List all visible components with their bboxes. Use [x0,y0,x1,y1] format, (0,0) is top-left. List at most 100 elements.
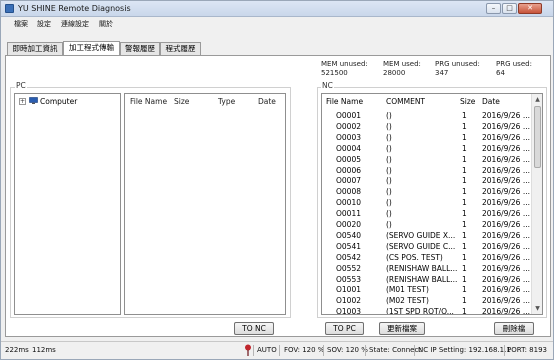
nc-table-row[interactable]: O0005 () 1 2016/9/26 ... [322,154,532,165]
status-divider [323,345,324,356]
nc-cell-size: 1 [462,176,467,186]
app-window: YU SHINE Remote Diagnosis – □ ✕ 檔案 設定 連線… [0,0,554,360]
menu-settings[interactable]: 設定 [37,19,51,29]
tab-program-history[interactable]: 程式履歷 [160,42,201,55]
to-nc-button[interactable]: TO NC [234,322,274,335]
nc-col-date[interactable]: Date [482,97,500,106]
status-divider [504,345,505,356]
tab-program-transfer[interactable]: 加工程式傳輸 [63,41,120,55]
nc-cell-size: 1 [462,285,467,295]
nc-cell-file-name: O1003 [336,307,361,315]
nc-col-size[interactable]: Size [460,97,475,106]
pin-icon [245,344,251,356]
nc-group-label: NC [321,81,334,90]
nc-table-row[interactable]: O1002 (M02 TEST) 1 2016/9/26 ... [322,295,532,306]
nc-cell-size: 1 [462,296,467,306]
pc-col-size[interactable]: Size [174,97,189,106]
prg-unused-label: PRG unused: [435,60,480,68]
expand-icon[interactable]: + [19,98,26,105]
nc-table-row[interactable]: O0010 () 1 2016/9/26 ... [322,197,532,208]
refresh-files-button[interactable]: 更新檔案 [379,322,425,335]
nc-cell-file-name: O1001 [336,285,361,295]
status-divider [414,345,415,356]
menu-bar: 檔案 設定 連線設定 關於 [1,17,553,30]
nc-table-row[interactable]: O0020 () 1 2016/9/26 ... [322,219,532,230]
scroll-up-icon[interactable]: ▲ [533,95,542,104]
delete-file-button[interactable]: 刪除檔 [494,322,534,335]
nc-table-row[interactable]: O0001 () 1 2016/9/26 ... [322,110,532,121]
nc-cell-date: 2016/9/26 ... [482,296,530,306]
prg-used-label: PRG used: [496,60,532,68]
nc-cell-file-name: O1002 [336,296,361,306]
nc-cell-comment: () [386,111,392,120]
nc-col-file-name[interactable]: File Name [326,97,363,106]
menu-connection-settings[interactable]: 連線設定 [61,19,89,29]
nc-table-row[interactable]: O1001 (M01 TEST) 1 2016/9/26 ... [322,284,532,295]
nc-cell-comment: (RENISHAW BALL... [386,274,458,284]
nc-cell-file-name: O0552 [336,263,361,273]
nc-table-row[interactable]: O0006 () 1 2016/9/26 ... [322,165,532,176]
scroll-thumb[interactable] [534,106,541,168]
nc-cell-file-name: O0004 [336,143,361,153]
pc-file-list[interactable]: File Name Size Type Date [124,93,286,315]
nc-table-row[interactable]: O0540 (SERVO GUIDE X... 1 2016/9/26 ... [322,230,532,241]
nc-cell-size: 1 [462,121,467,131]
nc-cell-comment: () [386,187,392,197]
nc-cell-date: 2016/9/26 ... [482,285,530,295]
nc-cell-size: 1 [462,143,467,153]
nc-table-row[interactable]: O0003 () 1 2016/9/26 ... [322,132,532,143]
nc-table-row[interactable]: O0011 () 1 2016/9/26 ... [322,208,532,219]
nc-cell-comment: () [386,220,392,229]
nc-col-comment[interactable]: COMMENT [386,97,425,106]
nc-cell-date: 2016/9/26 ... [482,143,530,153]
nc-cell-comment: () [386,165,392,175]
nc-table-row[interactable]: O0008 () 1 2016/9/26 ... [322,186,532,197]
menu-about[interactable]: 關於 [99,19,113,29]
pc-col-file-name[interactable]: File Name [130,97,167,106]
nc-cell-size: 1 [462,220,467,229]
nc-file-list[interactable]: File Name COMMENT Size Date O0001 () 1 2016… [321,93,543,315]
nc-cell-file-name: O0540 [336,230,361,240]
nc-cell-file-name: O0005 [336,154,361,164]
close-button[interactable]: ✕ [518,3,542,14]
nc-cell-comment: (SERVO GUIDE C... [386,241,456,251]
status-timing-1: 222ms [5,346,29,354]
nc-cell-size: 1 [462,165,467,175]
pc-col-date[interactable]: Date [258,97,276,106]
nc-table-row[interactable]: O0004 () 1 2016/9/26 ... [322,143,532,154]
nc-cell-date: 2016/9/26 ... [482,209,530,219]
nc-table-row[interactable]: O0542 (CS POS. TEST) 1 2016/9/26 ... [322,252,532,263]
nc-table-row[interactable]: O1003 (1ST SPD ROT/O... 1 2016/9/26 ... [322,306,532,315]
nc-cell-size: 1 [462,252,467,262]
mem-used: MEM used: 28000 [383,60,421,78]
nc-cell-date: 2016/9/26 ... [482,132,530,142]
nc-table-row[interactable]: O0552 (RENISHAW BALL... 1 2016/9/26 ... [322,263,532,274]
maximize-button[interactable]: □ [502,3,517,14]
status-divider [253,345,254,356]
tab-alarm-history[interactable]: 警報履歷 [120,42,160,55]
nc-table-row[interactable]: O0007 () 1 2016/9/26 ... [322,175,532,186]
status-mode: AUTO [257,346,277,354]
nc-table-row[interactable]: O0553 (RENISHAW BALL... 1 2016/9/26 ... [322,274,532,285]
pc-folder-tree[interactable]: + Computer [14,93,121,315]
prg-unused: PRG unused: 347 [435,60,480,78]
title-bar[interactable]: YU SHINE Remote Diagnosis – □ ✕ [1,1,553,17]
to-pc-button[interactable]: TO PC [325,322,364,335]
nc-cell-file-name: O0003 [336,132,361,142]
nc-cell-size: 1 [462,187,467,197]
prg-used-value: 64 [496,69,505,77]
mem-used-value: 28000 [383,69,406,77]
status-bar: 222ms 112ms AUTO FOV: 120 % SOV: 120 % S… [1,341,553,359]
scroll-down-icon[interactable]: ▼ [533,304,542,313]
nc-table-row[interactable]: O0002 () 1 2016/9/26 ... [322,121,532,132]
nc-table-row[interactable]: O0541 (SERVO GUIDE C... 1 2016/9/26 ... [322,241,532,252]
nc-cell-date: 2016/9/26 ... [482,241,530,251]
minimize-button[interactable]: – [486,3,501,14]
pc-col-type[interactable]: Type [218,97,235,106]
menu-file[interactable]: 檔案 [14,19,28,29]
tab-realtime-info[interactable]: 即時加工資訊 [7,42,63,55]
nc-scrollbar[interactable]: ▲ ▼ [531,94,542,314]
nc-cell-date: 2016/9/26 ... [482,220,530,229]
nc-cell-file-name: O0002 [336,121,361,131]
status-divider [365,345,366,356]
